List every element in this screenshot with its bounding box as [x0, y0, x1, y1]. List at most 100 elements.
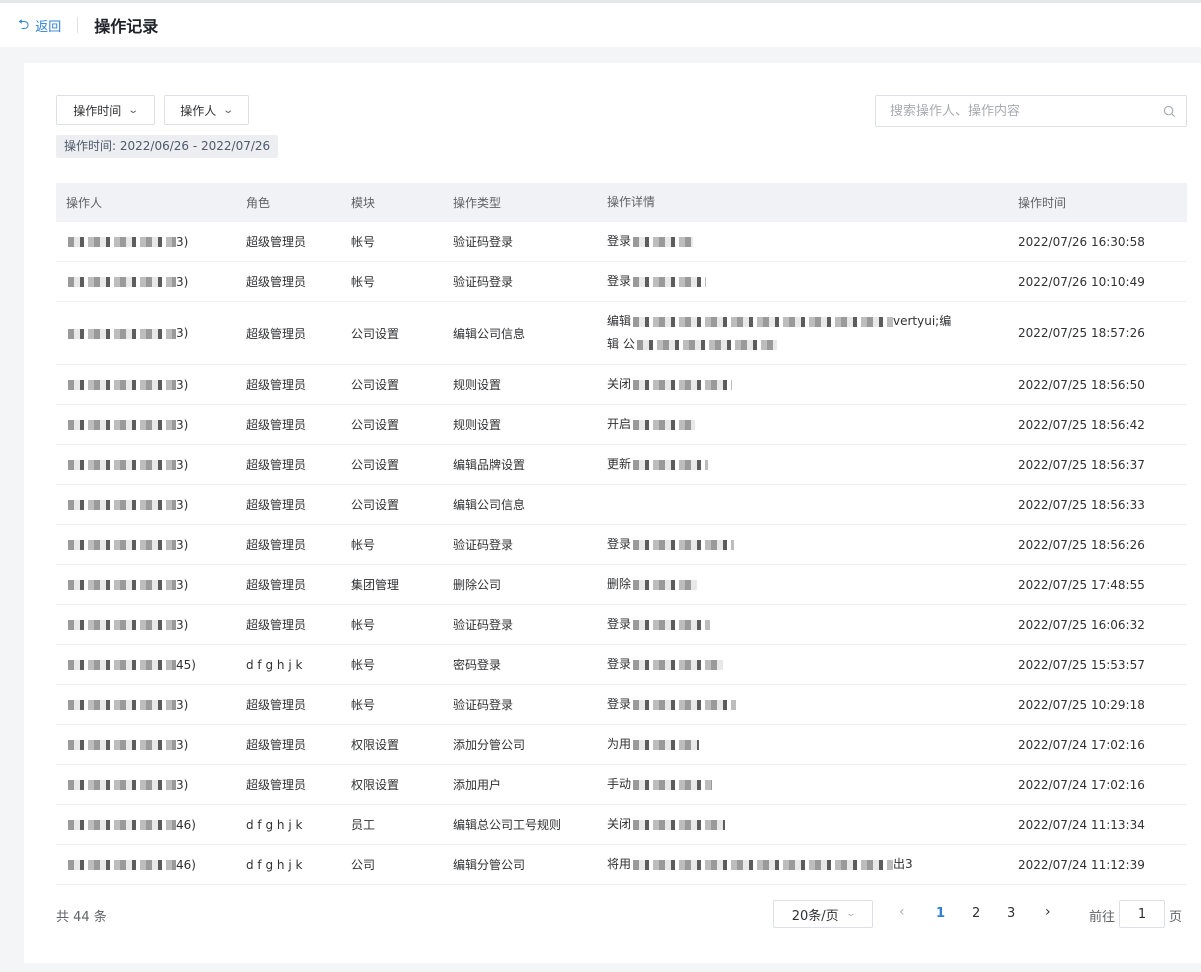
search-icon[interactable] — [1163, 105, 1176, 118]
page-1[interactable]: 1 — [936, 906, 945, 921]
redacted-detail — [633, 459, 709, 470]
chevron-down-icon: ⌄ — [127, 104, 140, 116]
time-cell: 2022/07/25 15:53:57 — [1018, 657, 1145, 672]
operator-suffix: 3) — [176, 457, 189, 472]
role-cell: 超级管理员 — [246, 778, 307, 792]
operator-cell: 3) — [56, 778, 236, 792]
table-row: 3) 超级管理员 帐号 验证码登录 登录 2022/07/26 16:30:58 — [56, 222, 1187, 262]
time-cell: 2022/07/25 18:56:33 — [1018, 497, 1145, 512]
back-label: 返回 — [35, 19, 62, 35]
table-row: 45) d f g h j k 帐号 密码登录 登录 2022/07/25 15:53:5… — [56, 645, 1187, 685]
detail-text: 登录 — [607, 697, 632, 711]
operator-suffix: 3) — [176, 777, 189, 792]
operator-suffix: 3) — [176, 326, 189, 340]
next-page-button[interactable]: › — [1045, 904, 1051, 920]
table-row: 3) 超级管理员 权限设置 添加用户 手动 2022/07/24 17:02:16 — [56, 765, 1187, 805]
time-cell: 2022/07/24 11:12:39 — [1018, 857, 1145, 872]
operator-cell: 3) — [56, 418, 236, 432]
total-count: 共 44 条 — [56, 910, 107, 925]
type-cell: 验证码登录 — [453, 698, 514, 712]
goto-page-input[interactable] — [1119, 900, 1165, 928]
time-filter-button[interactable]: 操作时间 ⌄ — [56, 95, 155, 125]
redacted-detail — [633, 699, 737, 710]
detail-cell: 将用 出3 — [597, 853, 1008, 876]
operator-cell: 3) — [56, 498, 236, 512]
search-box — [875, 95, 1187, 127]
active-filter-tag[interactable]: 操作时间: 2022/06/26 - 2022/07/26 — [56, 135, 279, 158]
detail-text: 登录 — [607, 234, 632, 248]
search-input[interactable] — [876, 97, 1163, 125]
operator-cell: 3) — [56, 738, 236, 752]
time-cell: 2022/07/25 16:06:32 — [1018, 617, 1145, 632]
col-detail: 操作详情 — [607, 195, 656, 209]
module-cell: 集团管理 — [351, 578, 400, 592]
operator-cell: 3) — [56, 378, 236, 392]
role-cell: 超级管理员 — [246, 618, 307, 632]
type-cell: 规则设置 — [453, 378, 502, 392]
operator-suffix: 45) — [176, 657, 196, 672]
detail-text: 登录 — [607, 274, 632, 288]
module-cell: 权限设置 — [351, 738, 400, 752]
redacted-operator — [68, 460, 176, 470]
role-cell: 超级管理员 — [246, 418, 307, 432]
detail-text: 更新 — [607, 457, 632, 471]
redacted-operator — [68, 700, 176, 710]
page-size-select[interactable]: 20条/页 ⌄ — [773, 900, 873, 928]
detail-text: 删除 — [607, 577, 632, 591]
page-2[interactable]: 2 — [972, 906, 980, 921]
redacted-detail — [633, 819, 726, 830]
type-cell: 验证码登录 — [453, 235, 514, 249]
detail-text: 为用 — [607, 737, 632, 751]
chevron-down-icon: ⌄ — [222, 104, 235, 116]
type-cell: 验证码登录 — [453, 538, 514, 552]
records-card: 操作时间 ⌄ 操作人 ⌄ 操作时间: 2022/06/26 - 2022/07/… — [24, 63, 1201, 963]
operator-cell: 46) — [56, 858, 236, 872]
time-cell: 2022/07/25 18:56:42 — [1018, 417, 1145, 432]
time-filter-label: 操作时间 — [73, 103, 122, 118]
redacted-detail — [633, 859, 894, 870]
goto-suffix: 页 — [1169, 910, 1183, 925]
table-row: 46) d f g h j k 公司 编辑分管公司 将用 出3 2022/07/24 11:… — [56, 845, 1187, 885]
module-cell: 帐号 — [351, 698, 376, 712]
table-row: 3) 超级管理员 公司设置 编辑公司信息 2022/07/25 18:56:33 — [56, 485, 1187, 525]
role-cell: 超级管理员 — [246, 275, 307, 289]
detail-line2: 辑 公 — [607, 337, 635, 351]
detail-text: 将用 — [607, 857, 632, 871]
redacted-operator — [68, 420, 176, 430]
module-cell: 公司设置 — [351, 458, 400, 472]
col-time: 操作时间 — [1018, 196, 1067, 210]
operator-suffix: 3) — [176, 417, 189, 432]
time-cell: 2022/07/24 17:02:16 — [1018, 777, 1145, 792]
operator-suffix: 3) — [176, 274, 189, 289]
type-cell: 规则设置 — [453, 418, 502, 432]
operator-filter-button[interactable]: 操作人 ⌄ — [164, 95, 249, 125]
table-header: 操作人 角色 模块 操作类型 操作详情 操作时间 — [56, 183, 1187, 222]
detail-cell: 关闭 — [597, 813, 1008, 836]
redacted-operator — [68, 500, 176, 510]
redacted-detail — [633, 236, 694, 247]
redacted-detail — [633, 379, 733, 390]
redacted-operator — [68, 820, 176, 830]
col-role: 角色 — [246, 196, 271, 210]
operator-filter-label: 操作人 — [180, 103, 217, 118]
time-cell: 2022/07/24 11:13:34 — [1018, 817, 1145, 832]
table-row: 3) 超级管理员 帐号 验证码登录 登录 2022/07/25 10:29:18 — [56, 685, 1187, 725]
back-button[interactable]: ⮌ 返回 — [18, 16, 61, 35]
detail-cell: 为用 — [597, 733, 1008, 756]
detail-text: 登录 — [607, 617, 632, 631]
redacted-detail — [633, 579, 698, 590]
chevron-down-icon: ⌄ — [845, 909, 856, 919]
module-cell: 员工 — [351, 818, 376, 832]
prev-page-button[interactable]: ‹ — [899, 904, 905, 920]
page-3[interactable]: 3 — [1007, 906, 1015, 921]
operator-cell: 3) — [56, 538, 236, 552]
type-cell: 验证码登录 — [453, 618, 514, 632]
redacted-detail — [633, 419, 696, 430]
time-cell: 2022/07/25 17:48:55 — [1018, 577, 1145, 592]
operator-suffix: 3) — [176, 737, 189, 752]
redacted-operator — [68, 277, 176, 287]
col-module: 模块 — [351, 196, 376, 210]
role-cell: d f g h j k — [246, 857, 303, 872]
time-cell: 2022/07/25 18:56:50 — [1018, 377, 1145, 392]
type-cell: 密码登录 — [453, 658, 502, 672]
